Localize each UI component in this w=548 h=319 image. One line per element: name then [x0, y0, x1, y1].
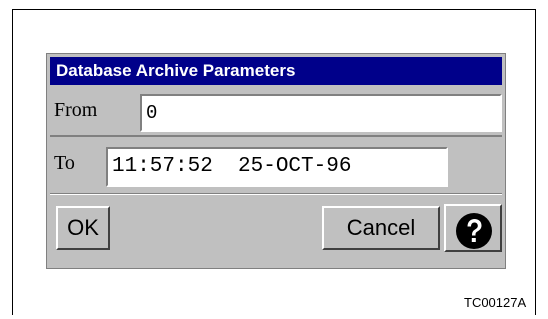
question-mark-icon	[456, 213, 492, 249]
from-label: From	[54, 99, 98, 121]
from-input[interactable]: 0	[140, 94, 502, 132]
cancel-button[interactable]: Cancel	[322, 206, 440, 250]
dialog-title: Database Archive Parameters	[50, 57, 502, 85]
archive-parameters-dialog: Database Archive Parameters From 0 To 11…	[46, 53, 506, 269]
to-label: To	[54, 152, 75, 174]
to-input[interactable]: 11:57:52 25-OCT-96	[106, 147, 448, 187]
from-row: From 0	[50, 87, 502, 137]
to-row: To 11:57:52 25-OCT-96	[50, 139, 502, 191]
figure-id-label: TC00127A	[464, 295, 527, 310]
ok-button[interactable]: OK	[56, 206, 110, 250]
help-button[interactable]	[444, 204, 502, 252]
button-separator	[50, 193, 502, 195]
